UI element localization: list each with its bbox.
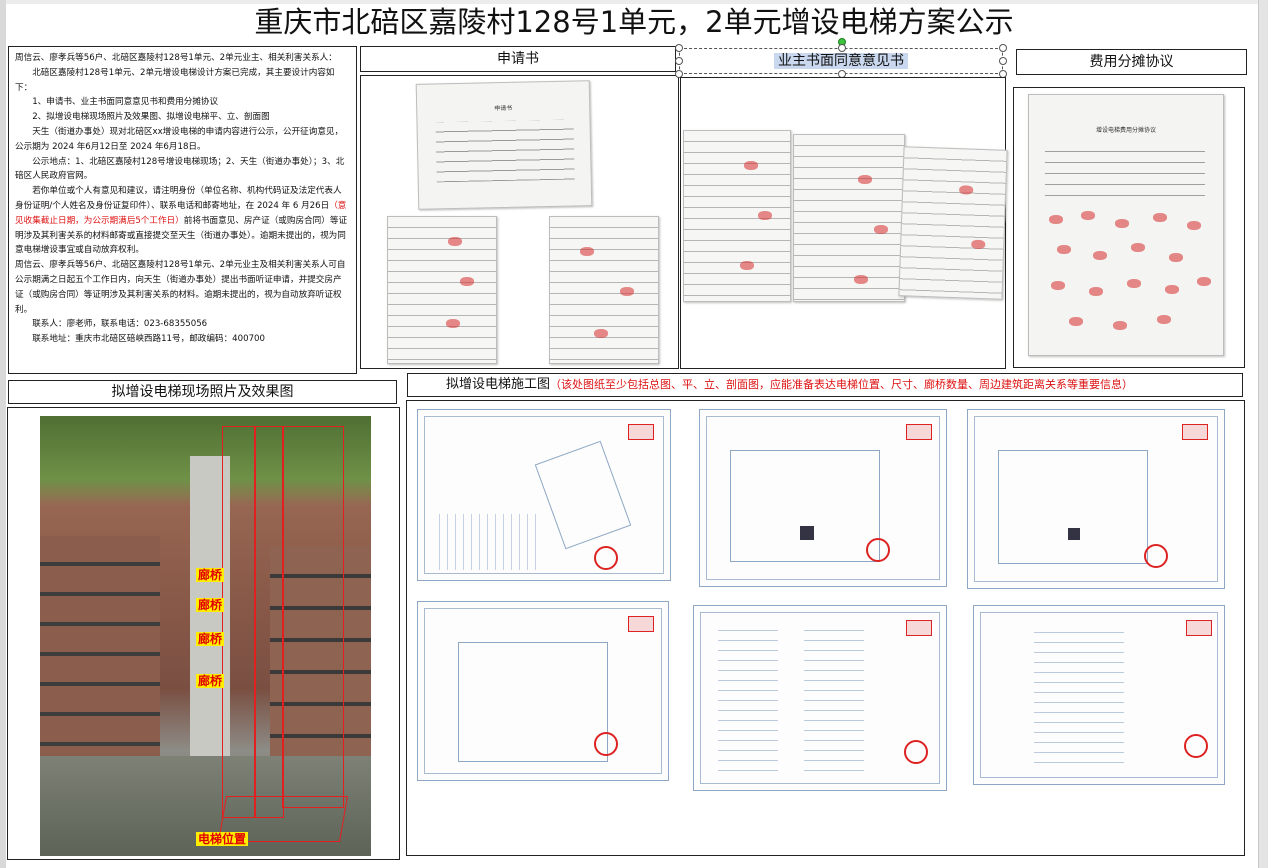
drawings-title: 拟增设电梯施工图 bbox=[446, 377, 551, 392]
cost-header[interactable]: 费用分摊协议 bbox=[1016, 49, 1247, 75]
notice-location: 公示地点：1、北碚区嘉陵村128号增设电梯现场；2、天生（街道办事处）；3、北碚… bbox=[15, 156, 345, 182]
notice-objection: 若你单位或个人有意见和建议，请注明身份（单位名称、机构代码证及法定代表人身份证明… bbox=[15, 184, 350, 258]
elevation-drawing-2 bbox=[973, 605, 1225, 785]
consent-sheet-2 bbox=[793, 134, 905, 302]
notice-text-box[interactable]: 周信云、廖孝兵等56户、北碚区嘉陵村128号1单元、2单元业主、相关利害关系人：… bbox=[8, 46, 357, 374]
page-left-margin bbox=[0, 0, 6, 868]
elevation-drawing-1 bbox=[693, 605, 947, 791]
notice-period: 天生（街道办事处）现对北碚区xx增设电梯的申请内容进行公示，公开征询意见，公示期… bbox=[15, 126, 344, 152]
bridge-label: 廊桥 bbox=[196, 568, 225, 582]
bridge-label: 廊桥 bbox=[196, 674, 225, 688]
application-signature-sheet-2 bbox=[549, 216, 659, 364]
resize-handle-icon[interactable] bbox=[675, 44, 683, 52]
elevator-position-label: 电梯位置 bbox=[196, 832, 249, 846]
vertical-scrollbar[interactable] bbox=[1258, 0, 1268, 868]
notice-contact-address: 联系地址：重庆市北碚区碚峡西路11号，邮政编码：400700 bbox=[32, 334, 265, 345]
drawings-header[interactable]: 拟增设电梯施工图（该处图纸至少包括总图、平、立、剖面图，应能准备表达电梯位置、尺… bbox=[407, 373, 1243, 397]
application-letter-image: 申请书 bbox=[415, 80, 593, 210]
photos-header[interactable]: 拟增设电梯现场照片及效果图 bbox=[8, 380, 397, 404]
application-signature-sheet-1 bbox=[387, 216, 497, 364]
consent-panel[interactable] bbox=[680, 77, 1008, 369]
notice-item-1: 1、申请书、业主书面同意意见书和费用分摊协议 bbox=[32, 97, 219, 108]
resize-handle-icon[interactable] bbox=[999, 44, 1007, 52]
page-title[interactable]: 重庆市北碚区嘉陵村128号1单元，2单元增设电梯方案公示 bbox=[0, 2, 1268, 42]
notice-item-2: 2、拟增设电梯现场照片及效果图、拟增设电梯平、立、剖面图 bbox=[32, 112, 270, 123]
notice-hearing: 周信云、廖孝兵等56户、北碚区嘉陵村128号1单元、2单元业主及相关利害关系人可… bbox=[15, 260, 346, 315]
notice-address-line: 周信云、廖孝兵等56户、北碚区嘉陵村128号1单元、2单元业主、相关利害关系人： bbox=[15, 53, 337, 63]
consent-sheet-1 bbox=[683, 130, 791, 302]
notice-objection-pre: 若你单位或个人有意见和建议，请注明身份（单位名称、机构代码证及法定代表人身份证明… bbox=[15, 186, 342, 211]
section-drawing bbox=[417, 601, 669, 781]
resize-handle-icon[interactable] bbox=[838, 44, 846, 52]
floor-plan-drawing-2 bbox=[967, 409, 1225, 589]
consent-sheet-3 bbox=[898, 146, 1008, 300]
cost-panel[interactable]: 增设电梯费用分摊协议 bbox=[1013, 87, 1245, 368]
drawings-note: （该处图纸至少包括总图、平、立、剖面图，应能准备表达电梯位置、尺寸、廊桥数量、周… bbox=[550, 378, 1134, 391]
floor-plan-drawing-1 bbox=[699, 409, 947, 587]
drawings-panel[interactable] bbox=[406, 400, 1245, 856]
site-photo: 廊桥 廊桥 廊桥 廊桥 电梯位置 bbox=[40, 416, 371, 856]
notice-contact: 联系人：廖老师，联系电话：023-68355056 bbox=[32, 319, 208, 330]
notice-intro: 北碚区嘉陵村128号1单元、2单元增设电梯设计方案已完成，其主要设计内容如下： bbox=[15, 67, 335, 93]
site-plan-drawing bbox=[417, 409, 671, 581]
consent-header-text: 业主书面同意意见书 bbox=[774, 53, 908, 69]
cost-agreement-image: 增设电梯费用分摊协议 bbox=[1028, 94, 1224, 356]
application-header[interactable]: 申请书 bbox=[360, 46, 676, 72]
resize-handle-icon[interactable] bbox=[675, 57, 683, 65]
resize-handle-icon[interactable] bbox=[999, 57, 1007, 65]
photos-panel[interactable]: 廊桥 廊桥 廊桥 廊桥 电梯位置 bbox=[7, 407, 400, 860]
application-panel[interactable]: 申请书 bbox=[360, 75, 679, 369]
bridge-label: 廊桥 bbox=[196, 632, 225, 646]
bridge-label: 廊桥 bbox=[196, 598, 225, 612]
